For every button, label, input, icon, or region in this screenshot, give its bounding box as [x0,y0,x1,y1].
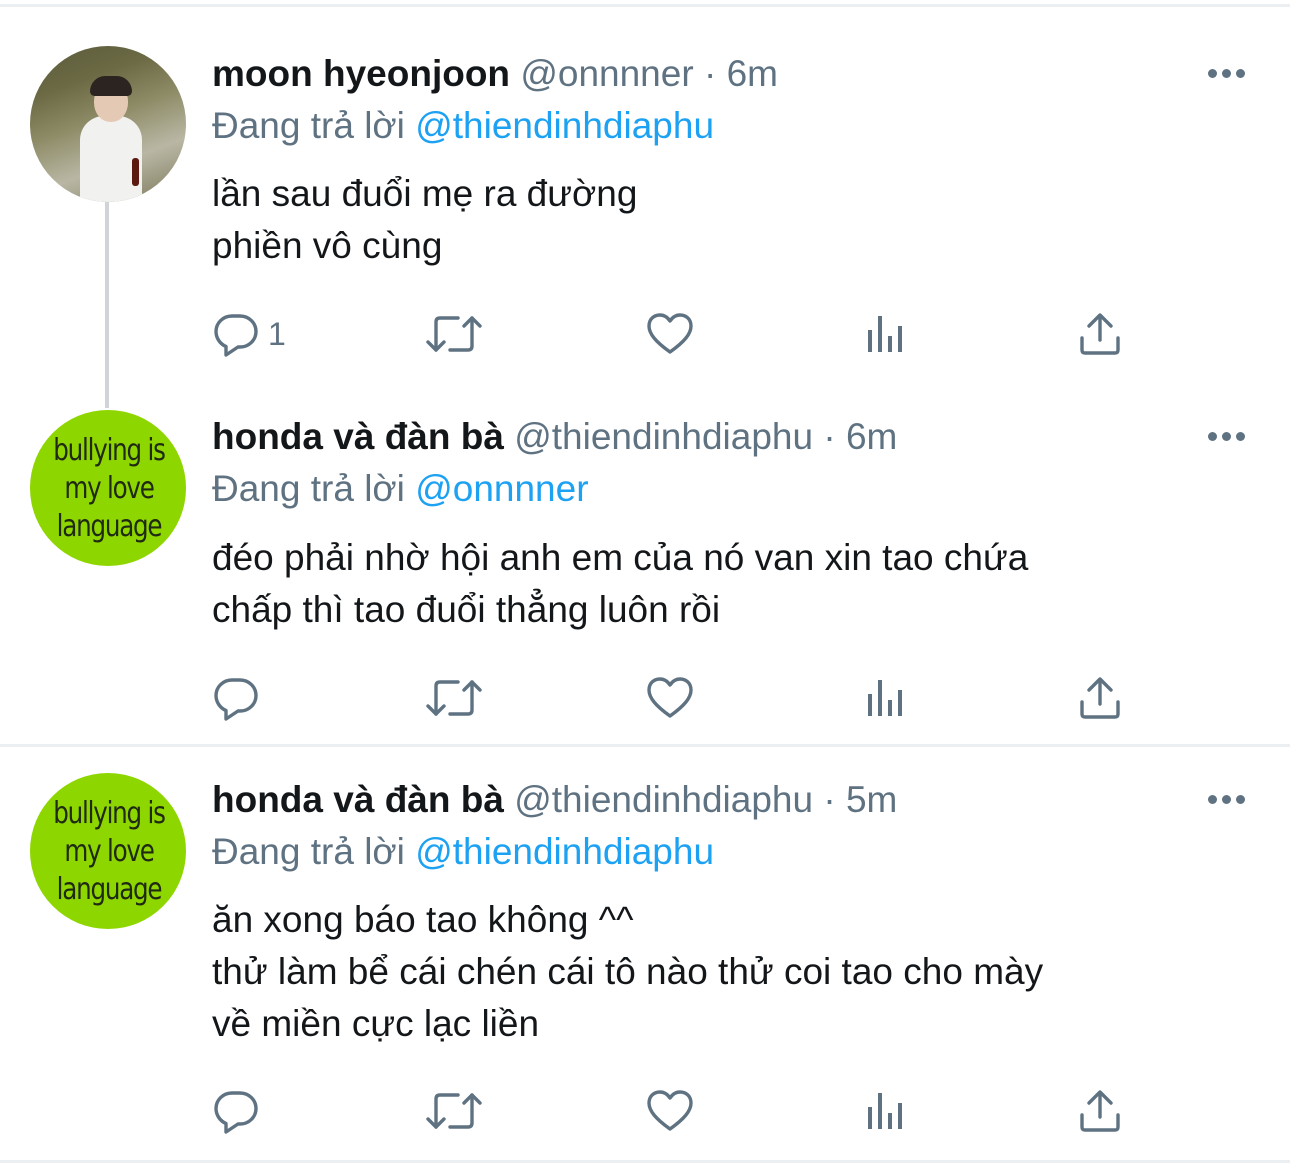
reply-button[interactable]: 1 [212,312,286,357]
timestamp[interactable]: 6m [846,416,897,457]
reply-icon [214,314,258,357]
separator: · [823,416,836,457]
handle[interactable]: @thiendinhdiaphu [514,416,813,457]
tweet-text-line: phiền vô cùng [212,225,443,266]
retweet-button[interactable] [426,676,482,720]
heart-icon [647,677,693,718]
reply-prefix: Đang trả lời [212,468,405,509]
tweet-actions [212,676,1132,721]
display-name[interactable]: honda và đàn bà [212,416,504,457]
analytics-button[interactable] [864,676,908,720]
tweet-text-line: đéo phải nhờ hội anh em của nó van xin t… [212,537,1029,578]
tweet-header: moon hyeonjoon @onnnner · 6m [212,52,778,96]
handle[interactable]: @thiendinhdiaphu [514,779,813,820]
tweet-text-line: về miền cực lạc liền [212,1003,540,1044]
reply-button[interactable] [212,1089,268,1134]
avatar-text: bullying is my love language [39,795,178,909]
reply-prefix: Đang trả lời [212,831,405,872]
more-icon[interactable] [1208,69,1246,79]
reply-context: Đang trả lời @thiendinhdiaphu [212,104,714,148]
like-button[interactable] [646,676,694,720]
analytics-icon [868,316,902,352]
avatar-text-line: my love [64,834,155,869]
more-icon[interactable] [1208,432,1246,442]
more-icon[interactable] [1208,795,1246,805]
tweet-actions [212,1089,1132,1134]
share-button[interactable] [1078,312,1122,356]
reply-mention[interactable]: @onnnner [415,468,588,509]
tweet-header: honda và đàn bà @thiendinhdiaphu · 5m [212,778,897,822]
handle[interactable]: @onnnner [520,53,693,94]
avatar[interactable]: bullying is my love language [30,773,186,929]
share-icon [1080,677,1120,719]
tweet-text-line: chấp thì tao đuổi thẳng luôn rồi [212,589,721,630]
avatar-photo-bottle [132,158,139,186]
share-button[interactable] [1078,676,1122,720]
like-button[interactable] [646,1089,694,1133]
avatar-text-line: my love [64,471,155,506]
display-name[interactable]: moon hyeonjoon [212,53,510,94]
share-icon [1080,313,1120,355]
bottom-divider [0,1160,1290,1163]
reply-prefix: Đang trả lời [212,105,405,146]
separator: · [703,53,717,94]
separator: · [823,779,836,820]
timestamp[interactable]: 6m [727,53,778,94]
avatar-text: bullying is my love language [39,432,178,546]
tweet-text: ăn xong báo tao không ^^ thử làm bể cái … [212,894,1043,1050]
avatar-text-line: language [56,509,163,544]
like-button[interactable] [646,312,694,356]
analytics-button[interactable] [864,312,908,356]
avatar-text-line: bullying is [53,433,166,468]
analytics-icon [868,1093,902,1129]
retweet-icon [426,1093,482,1129]
reply-count: 1 [268,315,286,352]
heart-icon [647,313,693,354]
reply-context: Đang trả lời @onnnner [212,467,589,511]
tweet-text-line: lần sau đuổi mẹ ra đường [212,173,638,214]
reply-context: Đang trả lời @thiendinhdiaphu [212,830,714,874]
avatar-photo-hair [90,76,132,96]
retweet-button[interactable] [426,312,482,356]
tweet-thread: moon hyeonjoon @onnnner · 6m Đang trả lờ… [0,0,1290,1168]
retweet-button[interactable] [426,1089,482,1133]
timestamp[interactable]: 5m [846,779,897,820]
avatar[interactable]: bullying is my love language [30,410,186,566]
retweet-icon [426,680,482,716]
top-divider [0,4,1290,7]
tweet-divider [0,744,1290,747]
reply-mention[interactable]: @thiendinhdiaphu [415,831,714,872]
share-button[interactable] [1078,1089,1122,1133]
retweet-icon [426,316,482,352]
tweet-text-line: thử làm bể cái chén cái tô nào thử coi t… [212,951,1044,992]
avatar[interactable] [30,46,186,202]
reply-button[interactable] [212,676,268,721]
display-name[interactable]: honda và đàn bà [212,779,504,820]
analytics-icon [868,680,902,716]
thread-connector [105,202,109,408]
tweet-text: đéo phải nhờ hội anh em của nó van xin t… [212,532,1028,636]
reply-mention[interactable]: @thiendinhdiaphu [415,105,714,146]
heart-icon [647,1090,693,1131]
reply-icon [214,678,258,721]
avatar-text-line: language [56,872,163,907]
tweet-actions: 1 [212,312,1132,357]
tweet-header: honda và đàn bà @thiendinhdiaphu · 6m [212,415,897,459]
avatar-text-line: bullying is [53,796,166,831]
tweet-text: lần sau đuổi mẹ ra đường phiền vô cùng [212,168,637,272]
reply-icon [214,1091,258,1134]
tweet-text-line: ăn xong báo tao không ^^ [212,899,634,940]
analytics-button[interactable] [864,1089,908,1133]
share-icon [1080,1090,1120,1132]
